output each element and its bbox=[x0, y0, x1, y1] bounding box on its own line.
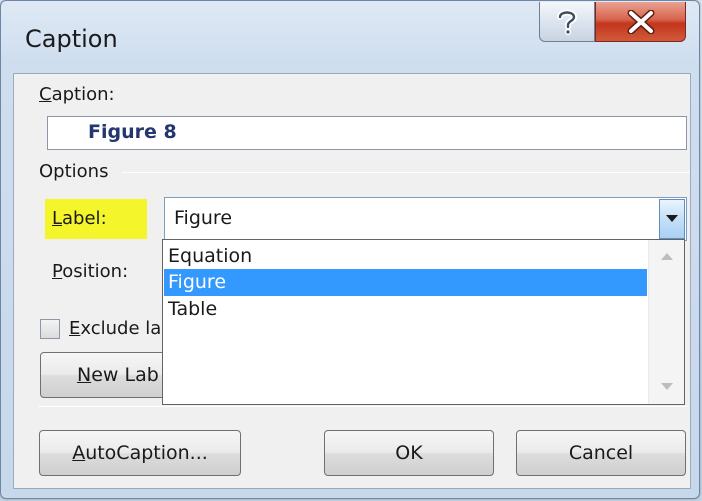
chevron-up-icon bbox=[661, 253, 673, 260]
close-button[interactable] bbox=[595, 2, 686, 42]
caption-field-label: Caption: bbox=[39, 84, 115, 105]
scroll-up-button[interactable] bbox=[649, 244, 685, 270]
help-question-icon bbox=[557, 9, 578, 35]
dropdown-option-equation[interactable]: Equation bbox=[164, 243, 647, 270]
ok-button[interactable]: OK bbox=[324, 430, 494, 476]
label-field-label: Label: bbox=[52, 208, 107, 229]
caption-input[interactable]: Figure 8 bbox=[47, 116, 687, 150]
label-select-value: Figure bbox=[174, 207, 233, 229]
exclude-label-checkbox[interactable] bbox=[40, 319, 60, 339]
close-x-icon bbox=[627, 9, 654, 34]
position-field-label: Position: bbox=[52, 261, 129, 282]
exclude-label-text: Exclude la bbox=[69, 318, 162, 339]
label-dropdown-list[interactable]: Equation Figure Table bbox=[162, 239, 685, 405]
options-heading: Options bbox=[39, 161, 109, 182]
label-select[interactable]: Figure bbox=[164, 197, 687, 241]
new-label-button-label: New Lab bbox=[77, 364, 159, 386]
dropdown-option-figure[interactable]: Figure bbox=[164, 269, 647, 296]
window-title: Caption bbox=[25, 25, 118, 53]
scroll-down-button[interactable] bbox=[649, 374, 685, 400]
options-divider bbox=[122, 172, 690, 173]
dropdown-option-table[interactable]: Table bbox=[164, 296, 647, 323]
dropdown-scrollbar[interactable] bbox=[648, 240, 684, 404]
autocaption-button[interactable]: AutoCaption... bbox=[39, 430, 241, 476]
buttons-separator bbox=[38, 406, 688, 407]
title-bar[interactable]: Caption bbox=[1, 1, 701, 73]
chevron-down-icon bbox=[666, 215, 678, 222]
label-dropdown-button[interactable] bbox=[659, 199, 685, 239]
chevron-down-icon bbox=[661, 383, 673, 390]
caption-input-value: Figure 8 bbox=[88, 121, 177, 143]
autocaption-button-label: AutoCaption... bbox=[72, 442, 208, 464]
help-button[interactable] bbox=[539, 2, 595, 42]
cancel-button[interactable]: Cancel bbox=[516, 430, 686, 476]
